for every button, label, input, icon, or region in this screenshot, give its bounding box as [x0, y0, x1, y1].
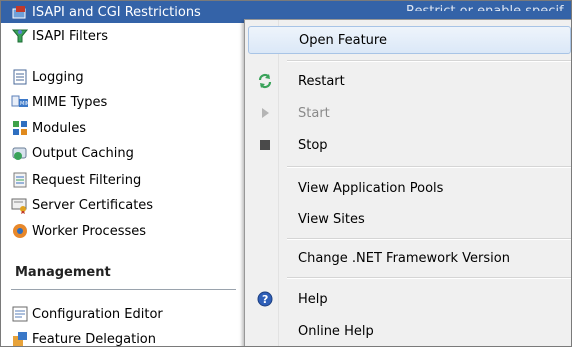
feature-item-output-caching[interactable]: Output Caching — [11, 142, 134, 164]
feature-list: ISAPI and CGI Restrictions ISAPI Filters… — [1, 1, 251, 346]
management-section-header: Management — [15, 265, 111, 280]
isapi-filters-icon — [11, 27, 29, 45]
menu-item-view-sites[interactable]: View Sites — [248, 205, 571, 233]
stop-icon — [248, 139, 282, 151]
menu-separator — [287, 60, 571, 62]
output-caching-icon — [11, 144, 29, 162]
menu-item-stop[interactable]: Stop — [248, 131, 571, 159]
mime-types-icon: MIME — [11, 93, 33, 111]
request-filtering-icon — [11, 171, 29, 189]
worker-processes-icon — [11, 222, 29, 240]
restart-icon — [248, 73, 282, 89]
help-icon: ? — [248, 291, 282, 307]
context-menu: Open Feature Restart Start Stop View App… — [244, 19, 571, 346]
feature-item-isapi-filters[interactable]: ISAPI Filters — [11, 25, 108, 47]
feature-item-request-filtering[interactable]: Request Filtering — [11, 169, 141, 191]
isapi-cgi-icon — [11, 3, 29, 21]
menu-item-change-net-framework-version[interactable]: Change .NET Framework Version — [248, 244, 571, 272]
menu-item-start[interactable]: Start — [248, 99, 571, 127]
feature-delegation-icon — [11, 330, 29, 346]
iis-manager-window: Restrict or enable specif ISAPI and CGI … — [0, 0, 572, 347]
feature-item-configuration-editor[interactable]: Configuration Editor — [11, 303, 163, 325]
management-divider — [11, 289, 236, 290]
menu-item-restart[interactable]: Restart — [248, 67, 571, 95]
menu-item-online-help[interactable]: Online Help — [248, 317, 571, 345]
start-icon — [248, 107, 282, 119]
modules-icon — [11, 119, 29, 137]
svg-text:?: ? — [262, 293, 268, 306]
feature-item-server-certificates[interactable]: Server Certificates — [11, 194, 153, 216]
configuration-editor-icon — [11, 305, 29, 323]
feature-item-mime-types[interactable]: MIME MIME Types — [11, 91, 107, 113]
menu-item-help[interactable]: ? Help — [248, 285, 571, 313]
menu-separator — [287, 277, 571, 279]
menu-separator — [287, 166, 571, 168]
feature-item-feature-delegation[interactable]: Feature Delegation — [11, 328, 156, 346]
feature-item-isapi-cgi-restrictions[interactable]: ISAPI and CGI Restrictions — [1, 1, 251, 23]
feature-item-logging[interactable]: Logging — [11, 66, 84, 88]
svg-text:MIME: MIME — [20, 101, 29, 107]
feature-item-worker-processes[interactable]: Worker Processes — [11, 220, 146, 242]
feature-item-modules[interactable]: Modules — [11, 117, 86, 139]
menu-item-view-application-pools[interactable]: View Application Pools — [248, 174, 571, 202]
server-certificates-icon — [11, 196, 29, 214]
menu-separator — [287, 238, 571, 240]
logging-icon — [11, 68, 29, 86]
menu-item-open-feature[interactable]: Open Feature — [248, 26, 571, 54]
